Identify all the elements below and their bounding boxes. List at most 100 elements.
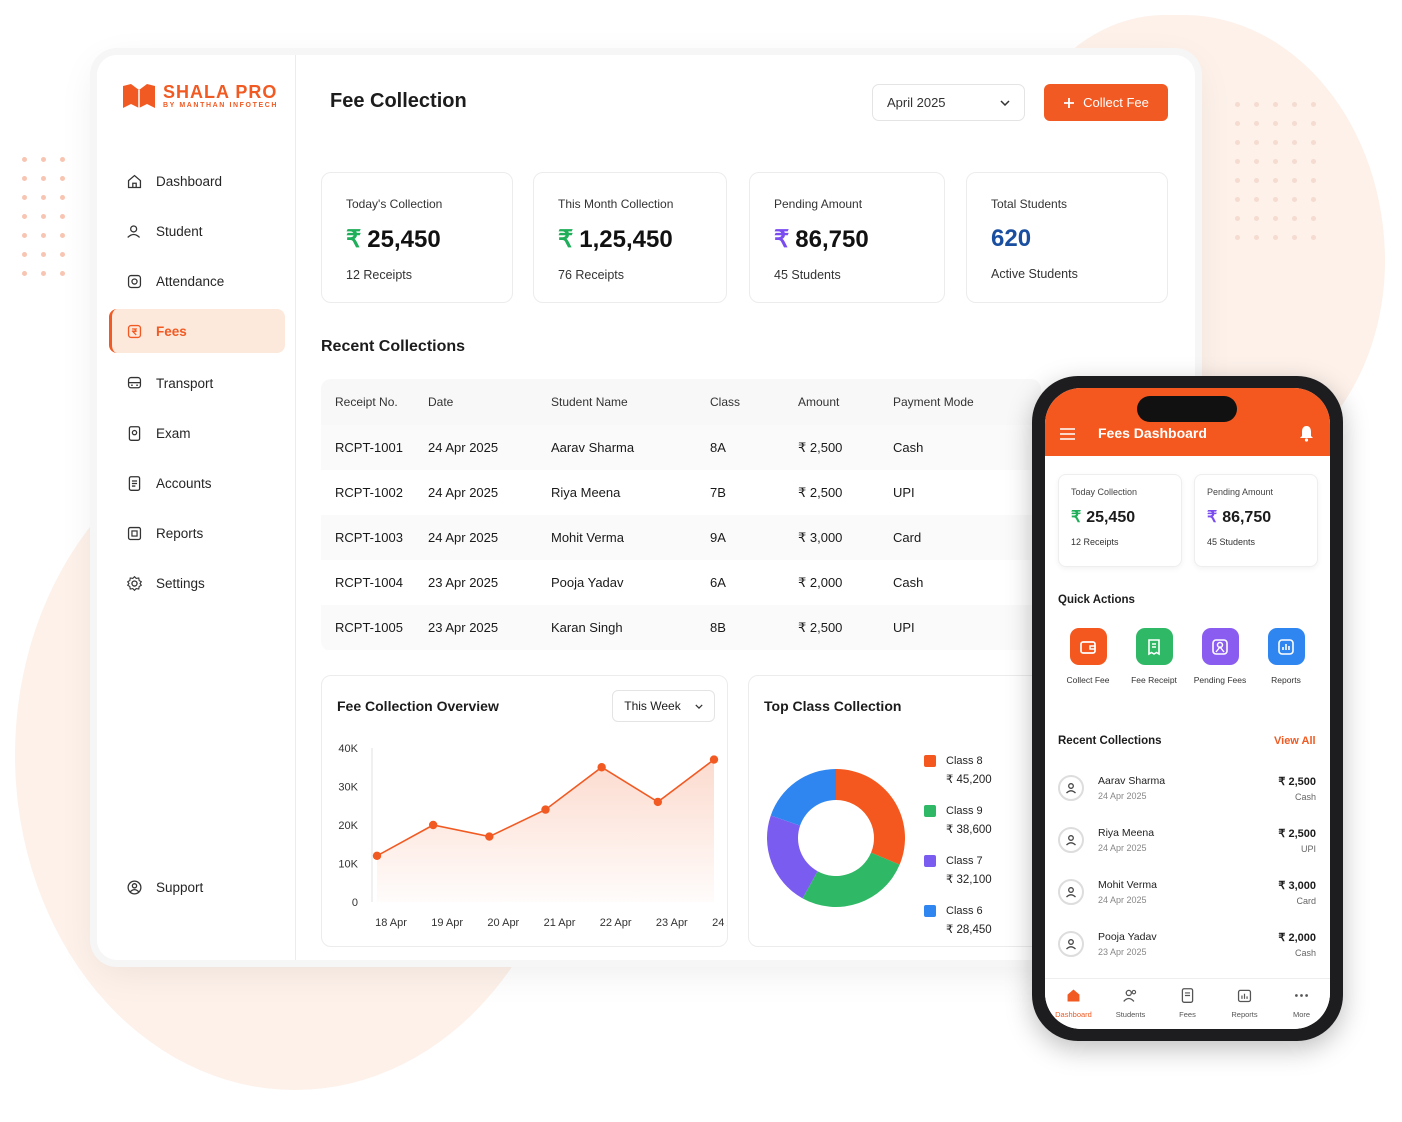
desktop-window: SHALA PRO BY MANTHAN INFOTECH Dashboard S… bbox=[97, 55, 1195, 960]
quick-action-reports[interactable]: Reports bbox=[1255, 628, 1317, 685]
table-cell: 23 Apr 2025 bbox=[428, 620, 499, 635]
list-item[interactable]: Aarav Sharma 24 Apr 2025 ₹ 2,500 Cash bbox=[1058, 762, 1316, 814]
month-select[interactable]: April 2025 bbox=[872, 84, 1025, 121]
table-cell: ₹ 2,500 bbox=[798, 439, 843, 455]
dynamic-island bbox=[1137, 396, 1237, 422]
mobile-stat-sub: 12 Receipts bbox=[1071, 537, 1119, 547]
quick-action-collect-fee[interactable]: Collect Fee bbox=[1057, 628, 1119, 685]
data-point[interactable] bbox=[541, 805, 550, 814]
legend-label: Class 8 bbox=[946, 755, 983, 767]
column-header[interactable]: Class bbox=[710, 395, 798, 409]
sidebar-item-attendance[interactable]: Attendance bbox=[109, 259, 285, 303]
column-header[interactable]: Student Name bbox=[551, 395, 710, 409]
x-tick-label: 24 Apr bbox=[712, 917, 727, 929]
menu-icon[interactable] bbox=[1060, 428, 1075, 440]
stat-value: ₹1,25,450 bbox=[558, 225, 702, 254]
mobile-stat-label: Pending Amount bbox=[1207, 487, 1274, 497]
stat-number: 620 bbox=[991, 225, 1032, 252]
avatar bbox=[1058, 775, 1084, 801]
more-icon bbox=[1293, 987, 1310, 1006]
table-cell: RCPT-1004 bbox=[335, 575, 403, 590]
stat-label: Total Students bbox=[991, 197, 1068, 211]
table-cell: RCPT-1003 bbox=[335, 530, 403, 545]
table-cell: Pooja Yadav bbox=[551, 575, 624, 590]
collect-fee-button[interactable]: Collect Fee bbox=[1044, 84, 1168, 121]
sidebar-item-fees[interactable]: Fees bbox=[109, 309, 285, 353]
column-header[interactable]: Payment Mode bbox=[893, 395, 1033, 409]
data-point[interactable] bbox=[597, 763, 606, 772]
plus-icon bbox=[1064, 97, 1075, 108]
mobile-stat-number: 86,750 bbox=[1222, 509, 1272, 526]
table-row[interactable]: RCPT-1002 24 Apr 2025 Riya Meena 7B ₹ 2,500 U… bbox=[321, 470, 1041, 515]
wallet-icon bbox=[1069, 628, 1107, 665]
column-header[interactable]: Receipt No. bbox=[321, 395, 428, 409]
table-row[interactable]: RCPT-1001 24 Apr 2025 Aarav Sharma 8A ₹ 2,50… bbox=[321, 425, 1041, 470]
sidebar-item-transport[interactable]: Transport bbox=[109, 361, 285, 405]
receipt-icon bbox=[1135, 628, 1173, 665]
collection-date: 24 Apr 2025 bbox=[1098, 895, 1147, 905]
data-point[interactable] bbox=[372, 851, 382, 860]
sidebar-item-label: Transport bbox=[156, 375, 214, 391]
list-item[interactable]: Pooja Yadav 23 Apr 2025 ₹ 2,000 Cash bbox=[1058, 918, 1316, 970]
report-icon bbox=[1267, 628, 1305, 665]
sidebar-item-student[interactable]: Student bbox=[109, 209, 285, 253]
quick-action-fee-receipt[interactable]: Fee Receipt bbox=[1123, 628, 1185, 685]
quick-action-pending-fees[interactable]: Pending Fees bbox=[1189, 628, 1251, 685]
data-point[interactable] bbox=[428, 820, 438, 830]
tab-students[interactable]: Students bbox=[1102, 979, 1159, 1029]
bell-icon[interactable] bbox=[1299, 425, 1314, 442]
sidebar-item-label: Accounts bbox=[156, 475, 212, 491]
page-title: Fee Collection bbox=[330, 90, 467, 112]
list-item-text: Aarav Sharma 24 Apr 2025 bbox=[1098, 775, 1165, 801]
line-chart: 0 10K 20K 30K 40K 18 Apr 19 Apr 20 Apr 21 Apr 22 … bbox=[338, 743, 727, 929]
view-all-link[interactable]: View All bbox=[1274, 735, 1316, 747]
table-row[interactable]: RCPT-1003 24 Apr 2025 Mohit Verma 9A ₹ 3,000… bbox=[321, 515, 1041, 560]
sidebar-item-accounts[interactable]: Accounts bbox=[109, 461, 285, 505]
sidebar-item-dashboard[interactable]: Dashboard bbox=[109, 159, 285, 203]
user-icon bbox=[125, 222, 143, 240]
sidebar: SHALA PRO BY MANTHAN INFOTECH Dashboard S… bbox=[97, 55, 296, 960]
list-item[interactable]: Riya Meena 24 Apr 2025 ₹ 2,500 UPI bbox=[1058, 814, 1316, 866]
quick-actions-title: Quick Actions bbox=[1058, 594, 1135, 606]
list-item[interactable]: Mohit Verma 24 Apr 2025 ₹ 3,000 Card bbox=[1058, 866, 1316, 918]
y-tick-label: 30K bbox=[338, 782, 358, 794]
amount: ₹ 2,000 bbox=[1278, 931, 1316, 944]
chevron-down-icon bbox=[1000, 99, 1010, 106]
rupee-icon: ₹ bbox=[346, 226, 362, 253]
decor-dots bbox=[1235, 102, 1316, 240]
data-point[interactable] bbox=[653, 797, 663, 807]
brand-logo[interactable]: SHALA PRO BY MANTHAN INFOTECH bbox=[121, 82, 278, 110]
tab-fees[interactable]: Fees bbox=[1159, 979, 1216, 1029]
amount: ₹ 3,000 bbox=[1278, 879, 1316, 892]
sidebar-item-support[interactable]: Support bbox=[109, 865, 285, 909]
list-item-text: Pooja Yadav 23 Apr 2025 bbox=[1098, 931, 1157, 957]
table-row[interactable]: RCPT-1004 23 Apr 2025 Pooja Yadav 6A ₹ 2,000… bbox=[321, 560, 1041, 605]
fees-icon bbox=[1179, 987, 1196, 1006]
sidebar-item-settings[interactable]: Settings bbox=[109, 561, 285, 605]
mobile-stat-sub: 45 Students bbox=[1207, 537, 1256, 547]
donut-slice[interactable] bbox=[836, 769, 905, 865]
column-header[interactable]: Date bbox=[428, 395, 551, 409]
table-row[interactable]: RCPT-1005 23 Apr 2025 Karan Singh 8B ₹ 2,500… bbox=[321, 605, 1041, 650]
column-header[interactable]: Amount bbox=[798, 395, 893, 409]
sidebar-item-exam[interactable]: Exam bbox=[109, 411, 285, 455]
legend-label: Class 7 bbox=[946, 855, 983, 867]
sidebar-item-label: Reports bbox=[156, 525, 204, 541]
data-point[interactable] bbox=[709, 755, 719, 764]
tab-dashboard[interactable]: Dashboard bbox=[1045, 979, 1102, 1029]
table-cell: UPI bbox=[893, 485, 915, 500]
table-cell: ₹ 2,500 bbox=[798, 484, 843, 500]
tab-reports[interactable]: Reports bbox=[1216, 979, 1273, 1029]
donut-slice[interactable] bbox=[802, 852, 900, 907]
legend-swatch bbox=[924, 855, 936, 867]
sidebar-item-reports[interactable]: Reports bbox=[109, 511, 285, 555]
amount-block: ₹ 3,000 Card bbox=[1278, 879, 1316, 906]
x-tick-label: 18 Apr bbox=[375, 917, 407, 929]
stat-label: Pending Amount bbox=[774, 197, 863, 211]
tab-more[interactable]: More bbox=[1273, 979, 1330, 1029]
area-fill bbox=[377, 759, 714, 902]
table-cell: ₹ 3,000 bbox=[798, 529, 843, 545]
data-point[interactable] bbox=[485, 832, 494, 841]
donut-slice[interactable] bbox=[770, 769, 836, 826]
rupee-icon: ₹ bbox=[774, 226, 790, 253]
